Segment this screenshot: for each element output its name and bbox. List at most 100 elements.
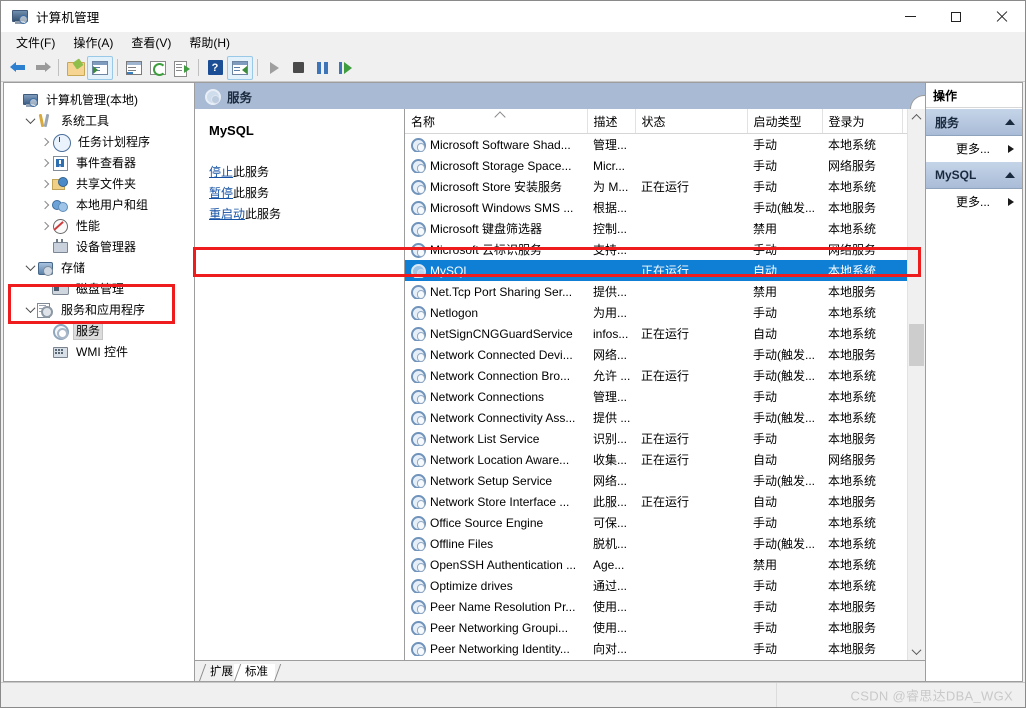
menu-action[interactable]: 操作(A): [64, 32, 122, 53]
service-gear-icon: [411, 305, 426, 320]
cell-description: 允许 ...: [593, 369, 631, 383]
tree-item-7[interactable]: 设备管理器: [4, 236, 194, 257]
forward-icon[interactable]: [30, 57, 54, 79]
back-icon[interactable]: [6, 57, 30, 79]
close-button[interactable]: [979, 1, 1025, 32]
table-row[interactable]: NetSignCNGGuardService infos... 正在运行 自动 本地系统: [405, 323, 907, 344]
tree-item-2[interactable]: 任务计划程序: [4, 131, 194, 152]
scroll-up-button[interactable]: [908, 109, 925, 126]
start-service-icon[interactable]: [262, 57, 286, 79]
cell-description: 根据...: [593, 201, 628, 215]
column-header-status[interactable]: 状态: [635, 109, 748, 134]
table-row[interactable]: Network Store Interface ... 此服... 正在运行 自动 本地…: [405, 491, 907, 512]
table-row[interactable]: OpenSSH Authentication ... Age... 禁用 本地系统: [405, 554, 907, 575]
restart-service-icon[interactable]: [334, 57, 358, 79]
column-header-startup-type[interactable]: 启动类型: [747, 109, 823, 134]
tree-item-10[interactable]: 服务和应用程序: [4, 299, 194, 320]
show-hide-action-pane-icon[interactable]: [227, 55, 253, 80]
tab-standard[interactable]: 标准: [234, 664, 275, 681]
refresh-icon[interactable]: [146, 57, 170, 79]
help-icon[interactable]: ?: [203, 57, 227, 79]
table-row[interactable]: Net.Tcp Port Sharing Ser... 提供... 禁用 本地服务: [405, 281, 907, 302]
cell-log-on-as: 网络服务: [828, 243, 877, 257]
tree-item-5[interactable]: 本地用户和组: [4, 194, 194, 215]
tree-expander-right-icon[interactable]: [38, 202, 52, 208]
tree-item-0[interactable]: 计算机管理(本地): [4, 89, 194, 110]
stop-service-icon[interactable]: [286, 57, 310, 79]
actions-pane-title: 操作: [926, 83, 1022, 108]
table-row[interactable]: Network Connectivity Ass... 提供 ... 手动(触发..…: [405, 407, 907, 428]
scroll-down-button[interactable]: [908, 643, 925, 660]
menu-file[interactable]: 文件(F): [7, 32, 64, 53]
up-folder-icon[interactable]: [63, 57, 87, 79]
table-row[interactable]: Microsoft Storage Space... Micr... 手动 网络服务: [405, 155, 907, 176]
scrollbar-thumb[interactable]: [909, 324, 924, 366]
tree-item-3[interactable]: 事件查看器: [4, 152, 194, 173]
table-row[interactable]: Optimize drives 通过... 手动 本地系统: [405, 575, 907, 596]
cell-startup-type: 手动: [753, 642, 778, 656]
table-row[interactable]: Peer Networking Groupi... 使用... 手动 本地服务: [405, 617, 907, 638]
tree-expander-down-icon[interactable]: [23, 306, 37, 313]
menu-view[interactable]: 查看(V): [122, 32, 180, 53]
tree-expander-right-icon[interactable]: [38, 160, 52, 166]
device-manager-icon: [52, 238, 68, 255]
table-row[interactable]: MySQL 正在运行 自动 本地系统: [405, 260, 907, 281]
status-separator: [776, 683, 777, 707]
menu-help[interactable]: 帮助(H): [180, 32, 239, 53]
stop-service-link[interactable]: 停止此服务: [209, 162, 392, 183]
table-row[interactable]: Office Source Engine 可保... 手动 本地系统: [405, 512, 907, 533]
tree-expander-down-icon[interactable]: [23, 264, 37, 271]
show-hide-console-tree-icon[interactable]: [87, 55, 113, 80]
column-header-description[interactable]: 描述: [587, 109, 636, 134]
tree-expander-down-icon[interactable]: [23, 117, 37, 124]
tree-item-4[interactable]: 共享文件夹: [4, 173, 194, 194]
tree-item-11[interactable]: 服务: [4, 320, 194, 341]
export-list-icon[interactable]: [170, 57, 194, 79]
cell-name: Network List Service: [405, 428, 587, 449]
table-row[interactable]: Peer Networking Identity... 向对... 手动 本地服务: [405, 638, 907, 659]
actions-services-more[interactable]: 更多...: [926, 136, 1022, 161]
tree-expander-right-icon[interactable]: [38, 223, 52, 229]
minimize-button[interactable]: [887, 1, 933, 32]
actions-mysql-more[interactable]: 更多...: [926, 189, 1022, 214]
table-row[interactable]: Network Connected Devi... 网络... 手动(触发... 本地…: [405, 344, 907, 365]
cell-log-on-as: 本地服务: [828, 348, 877, 362]
table-row[interactable]: Netlogon 为用... 手动 本地系统: [405, 302, 907, 323]
table-row[interactable]: Microsoft 云标识服务 支持... 手动 网络服务: [405, 239, 907, 260]
properties-icon[interactable]: [122, 57, 146, 79]
table-row[interactable]: Microsoft Store 安装服务为 M... 正在运行 手动 本地系统: [405, 176, 907, 197]
actions-group-mysql[interactable]: MySQL: [926, 161, 1022, 189]
table-row[interactable]: Network Connection Bro... 允许 ... 正在运行 手动(触发…: [405, 365, 907, 386]
tree-expander-right-icon[interactable]: [38, 139, 52, 145]
table-row[interactable]: Microsoft Software Shad... 管理... 手动 本地系统: [405, 134, 907, 156]
tree-item-9[interactable]: 磁盘管理: [4, 278, 194, 299]
column-header-log-on-as[interactable]: 登录为: [822, 109, 903, 134]
tree-item-1[interactable]: 系统工具: [4, 110, 194, 131]
tree-expander-right-icon[interactable]: [38, 181, 52, 187]
table-row[interactable]: Offline Files 脱机... 手动(触发... 本地系统: [405, 533, 907, 554]
table-row[interactable]: Microsoft Windows SMS ... 根据... 手动(触发... 本地…: [405, 197, 907, 218]
cell-status: [635, 512, 747, 533]
column-header-name[interactable]: 名称: [405, 109, 588, 134]
cell-name: Network Connected Devi...: [405, 344, 587, 365]
tree-item-12[interactable]: WMI 控件: [4, 341, 194, 362]
table-row[interactable]: Network Setup Service 网络... 手动(触发... 本地系统: [405, 470, 907, 491]
table-row[interactable]: Network List Service 识别... 正在运行 手动 本地服务: [405, 428, 907, 449]
table-row[interactable]: Peer Name Resolution Pr... 使用... 手动 本地服务: [405, 596, 907, 617]
cell-description: 脱机...: [593, 537, 628, 551]
table-row[interactable]: Network Connections 管理... 手动 本地系统: [405, 386, 907, 407]
table-row[interactable]: Microsoft 键盘筛选器 控制... 禁用 本地系统: [405, 218, 907, 239]
pause-service-link[interactable]: 暂停此服务: [209, 183, 392, 204]
restart-service-link[interactable]: 重启动此服务: [209, 204, 392, 225]
actions-group-services[interactable]: 服务: [926, 108, 1022, 136]
table-row[interactable]: Network Location Aware... 收集... 正在运行 自动 网络服务: [405, 449, 907, 470]
services-vertical-scrollbar[interactable]: [907, 109, 925, 660]
disk-management-icon: [52, 281, 69, 297]
toolbar-separator-4: [257, 59, 258, 76]
pause-service-icon[interactable]: [310, 57, 334, 79]
maximize-button[interactable]: [933, 1, 979, 32]
tree-item-8[interactable]: 存储: [4, 257, 194, 278]
tree-item-6[interactable]: 性能: [4, 215, 194, 236]
stop-link-rest: 此服务: [233, 165, 270, 179]
cell-name: Offline Files: [405, 533, 587, 554]
